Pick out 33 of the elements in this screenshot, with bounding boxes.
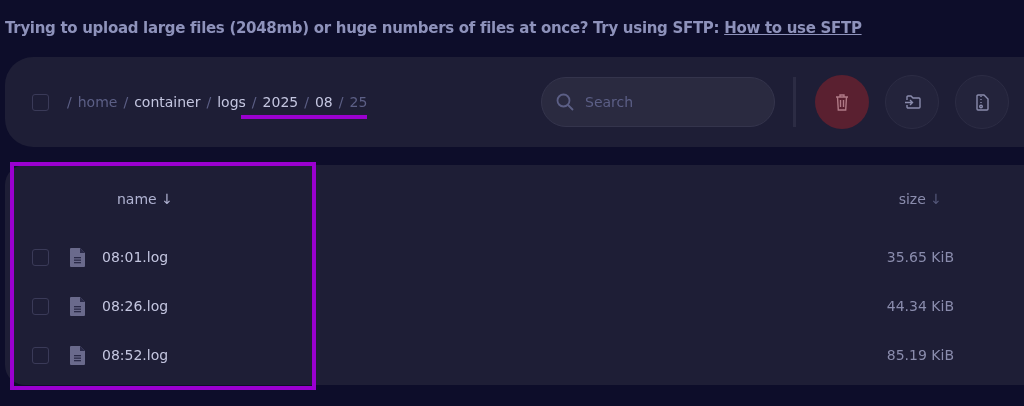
trash-icon	[835, 93, 849, 111]
search-icon	[556, 93, 574, 111]
file-icon	[70, 297, 85, 316]
breadcrumb-item[interactable]: logs	[217, 91, 246, 113]
sftp-link[interactable]: How to use SFTP	[724, 19, 862, 38]
path-separator: /	[206, 92, 212, 112]
column-header[interactable]: name ↓	[117, 188, 173, 210]
file-icon	[70, 248, 85, 267]
search-field[interactable]: Search	[541, 77, 775, 127]
breadcrumb-item[interactable]: container	[134, 91, 201, 113]
folder-input-icon	[903, 95, 921, 109]
checkbox[interactable]	[32, 93, 49, 111]
file-size: 44.34 KiB	[886, 297, 954, 316]
checkbox[interactable]	[32, 298, 49, 315]
path-separator: /	[123, 92, 129, 112]
file-size: 35.65 KiB	[886, 248, 954, 267]
file-name[interactable]: 08:52.log	[102, 345, 169, 366]
checkbox[interactable]	[32, 347, 49, 364]
file-name[interactable]: 08:01.log	[102, 247, 169, 268]
file-size: 85.19 KiB	[886, 346, 954, 365]
breadcrumb-item[interactable]: 08	[314, 91, 333, 113]
file-archive-icon	[975, 93, 989, 111]
path-separator: /	[338, 92, 344, 112]
file-icon	[70, 346, 85, 365]
checkbox[interactable]	[32, 249, 49, 266]
delete-button[interactable]	[815, 75, 869, 129]
path-separator: /	[67, 92, 72, 112]
file-name[interactable]: 08:26.log	[102, 296, 169, 317]
breadcrumb-item[interactable]: 2025	[262, 91, 299, 113]
path-separator: /	[251, 92, 257, 112]
path-separator: /	[304, 92, 309, 112]
column-header[interactable]: size ↓	[898, 188, 942, 210]
upload-notice: Trying to upload large files (2048mb) or huge numbers of files at once? Try using SFTP: How to use SFTP	[5, 18, 862, 40]
